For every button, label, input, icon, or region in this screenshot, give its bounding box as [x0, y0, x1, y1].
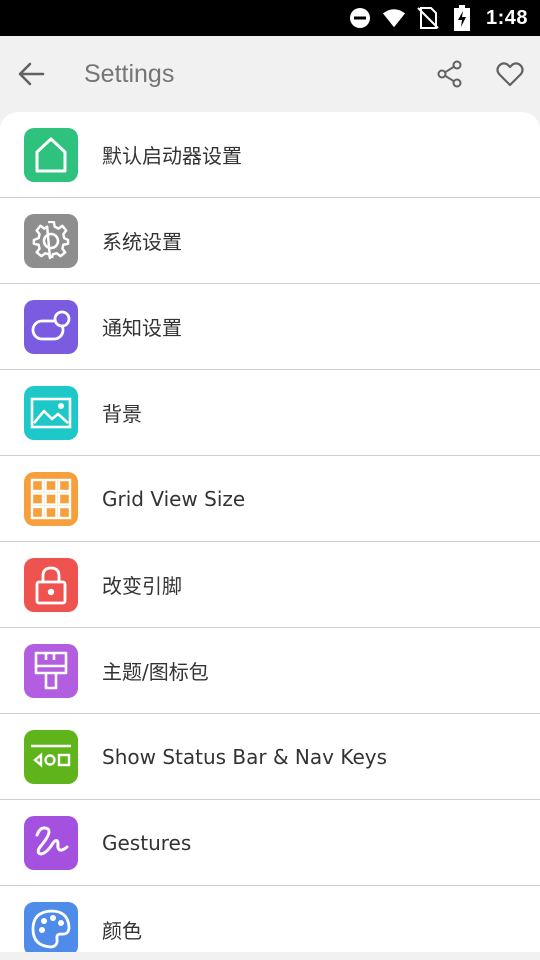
lock-icon [24, 557, 78, 612]
settings-list: 默认启动器设置 系统设置 通知设置 背景 Grid View Size 改变引脚… [0, 112, 540, 952]
settings-item-label: 主题/图标包 [102, 660, 209, 684]
settings-item-colors[interactable]: 颜色 [0, 886, 540, 952]
bottom-strip [0, 952, 540, 960]
settings-item-notification[interactable]: 通知设置 [0, 284, 540, 370]
back-button[interactable] [0, 36, 62, 112]
no-sim-icon [416, 6, 440, 30]
settings-item-label: 背景 [102, 402, 142, 426]
settings-item-label: 改变引脚 [102, 574, 182, 598]
battery-charging-icon [450, 5, 474, 31]
settings-item-change-pin[interactable]: 改变引脚 [0, 542, 540, 628]
grid-icon [24, 471, 78, 526]
heart-icon [496, 62, 524, 87]
share-icon [437, 60, 462, 88]
do-not-disturb-icon [348, 6, 372, 30]
settings-item-system[interactable]: 系统设置 [0, 198, 540, 284]
status-bar: 1:48 [0, 0, 540, 36]
arrow-left-icon [18, 62, 45, 86]
home-icon [24, 127, 78, 182]
page-title: Settings [84, 59, 175, 88]
settings-item-default-launcher[interactable]: 默认启动器设置 [0, 112, 540, 198]
share-button[interactable] [420, 36, 480, 112]
settings-item-label: 系统设置 [102, 230, 182, 254]
clock: 1:48 [485, 6, 528, 29]
palette-icon [24, 902, 78, 952]
settings-item-themes[interactable]: 主题/图标包 [0, 628, 540, 714]
settings-item-label: Show Status Bar & Nav Keys [102, 744, 388, 769]
settings-item-status-bar-nav-keys[interactable]: Show Status Bar & Nav Keys [0, 714, 540, 800]
gear-icon [24, 213, 78, 268]
favorite-button[interactable] [480, 36, 540, 112]
settings-item-label: 默认启动器设置 [102, 144, 242, 168]
image-icon [24, 385, 78, 440]
nav-keys-icon [24, 729, 78, 784]
settings-item-label: Grid View Size [102, 486, 246, 511]
app-bar: Settings [0, 36, 540, 112]
notification-icon [24, 299, 78, 354]
settings-item-label: Gestures [102, 830, 192, 855]
wifi-icon [382, 6, 406, 30]
gesture-icon [24, 815, 78, 870]
settings-item-grid-view-size[interactable]: Grid View Size [0, 456, 540, 542]
settings-item-label: 颜色 [102, 918, 142, 943]
settings-item-label: 通知设置 [102, 316, 182, 340]
paint-brush-icon [24, 643, 78, 698]
settings-item-gestures[interactable]: Gestures [0, 800, 540, 886]
settings-item-background[interactable]: 背景 [0, 370, 540, 456]
